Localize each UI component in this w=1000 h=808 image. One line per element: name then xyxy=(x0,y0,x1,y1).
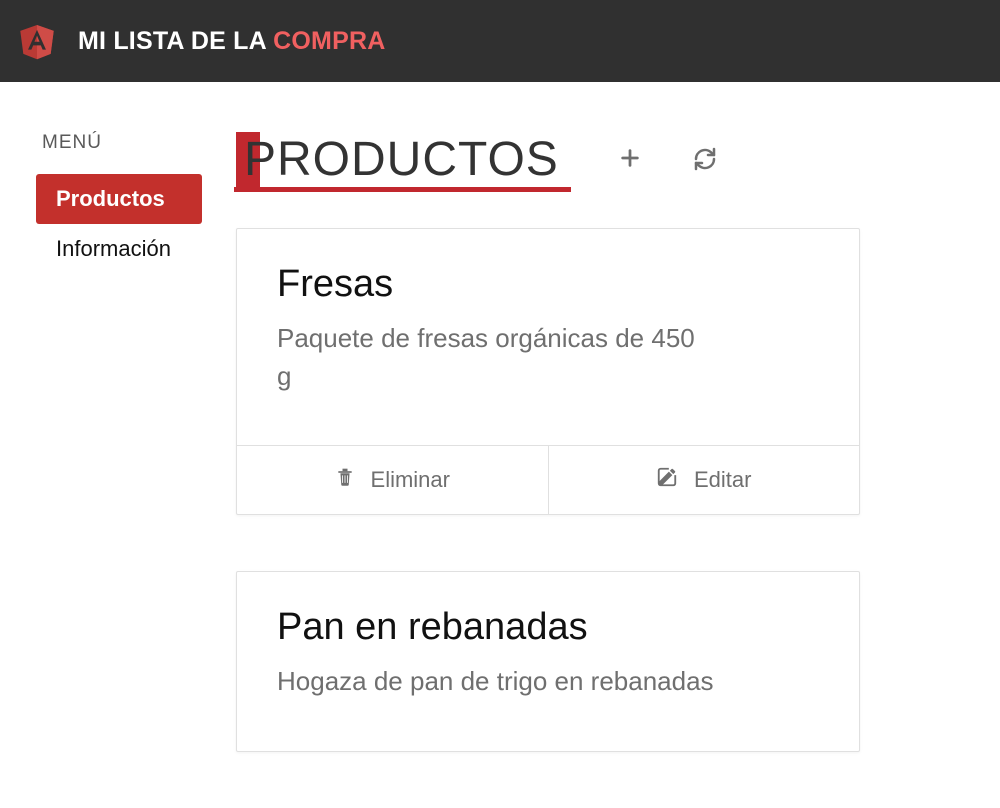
edit-icon xyxy=(656,466,678,494)
product-name: Fresas xyxy=(277,263,819,306)
sidebar-item-informacion[interactable]: Información xyxy=(36,224,202,274)
app-title-prefix: MI xyxy=(78,27,113,55)
title-row: PRODUCTOS xyxy=(236,132,964,192)
sidebar-item-label: Productos xyxy=(56,186,165,211)
app-title-accent: COMPRA xyxy=(273,27,385,55)
sidebar: MENÚ Productos Información xyxy=(36,132,202,808)
delete-button[interactable]: Eliminar xyxy=(237,446,549,514)
product-description: Paquete de fresas orgánicas de 450 g xyxy=(277,320,697,395)
page-title: PRODUCTOS xyxy=(234,132,571,192)
angular-logo-icon xyxy=(18,21,56,61)
product-description: Hogaza de pan de trigo en rebanadas xyxy=(277,663,819,701)
app-title: MI LISTA DE LA COMPRA xyxy=(78,27,385,56)
main-content: PRODUCTOS Fresas Paquete de fresas orgán… xyxy=(210,132,964,808)
product-card-body: Pan en rebanadas Hogaza de pan de trigo … xyxy=(237,572,859,751)
add-product-icon[interactable] xyxy=(619,147,641,177)
delete-label: Eliminar xyxy=(371,467,450,493)
edit-button[interactable]: Editar xyxy=(549,446,860,514)
trash-icon xyxy=(335,466,355,494)
product-card: Pan en rebanadas Hogaza de pan de trigo … xyxy=(236,571,860,752)
sidebar-item-productos[interactable]: Productos xyxy=(36,174,202,224)
product-name: Pan en rebanadas xyxy=(277,606,819,649)
refresh-icon[interactable] xyxy=(693,147,717,177)
product-card-actions: Eliminar Editar xyxy=(237,445,859,514)
menu-label: MENÚ xyxy=(36,132,202,174)
app-title-mid: LISTA DE LA xyxy=(113,27,273,55)
content-area: MENÚ Productos Información PRODUCTOS xyxy=(0,82,1000,808)
product-card: Fresas Paquete de fresas orgánicas de 45… xyxy=(236,228,860,515)
title-actions xyxy=(619,147,717,177)
app-header: MI LISTA DE LA COMPRA xyxy=(0,0,1000,82)
edit-label: Editar xyxy=(694,467,751,493)
sidebar-item-label: Información xyxy=(56,236,171,261)
product-card-body: Fresas Paquete de fresas orgánicas de 45… xyxy=(237,229,859,445)
